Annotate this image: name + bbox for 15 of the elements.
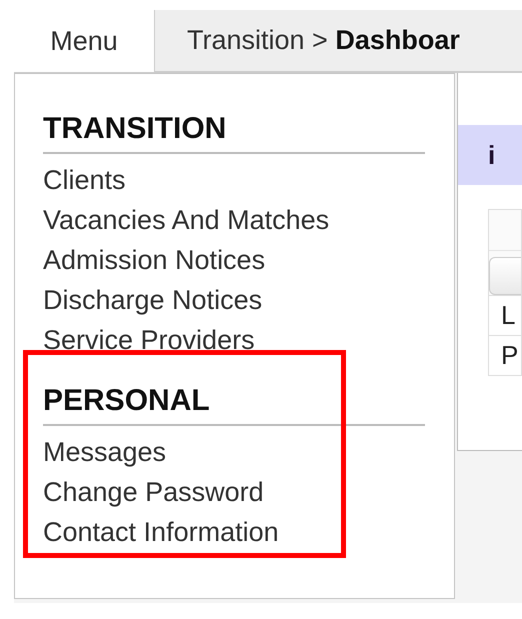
menu-item[interactable]: Change Password (43, 472, 425, 512)
table-toolbar (489, 257, 521, 295)
section-heading: TRANSITION (43, 112, 425, 154)
menu-item[interactable]: Clients (43, 160, 425, 200)
breadcrumb: Transition > Dashboar (187, 25, 460, 56)
table-cell: P (489, 335, 521, 375)
menu-item[interactable]: Vacancies And Matches (43, 200, 425, 240)
table-cell: L (489, 295, 521, 335)
info-text: i (488, 140, 496, 170)
menu-item[interactable]: Contact Information (43, 512, 425, 552)
menu-item[interactable]: Messages (43, 432, 425, 472)
section-heading: PERSONAL (43, 384, 425, 426)
menu-item[interactable]: Service Providers (43, 320, 425, 360)
menu-item[interactable]: Discharge Notices (43, 280, 425, 320)
menu-item[interactable]: Admission Notices (43, 240, 425, 280)
